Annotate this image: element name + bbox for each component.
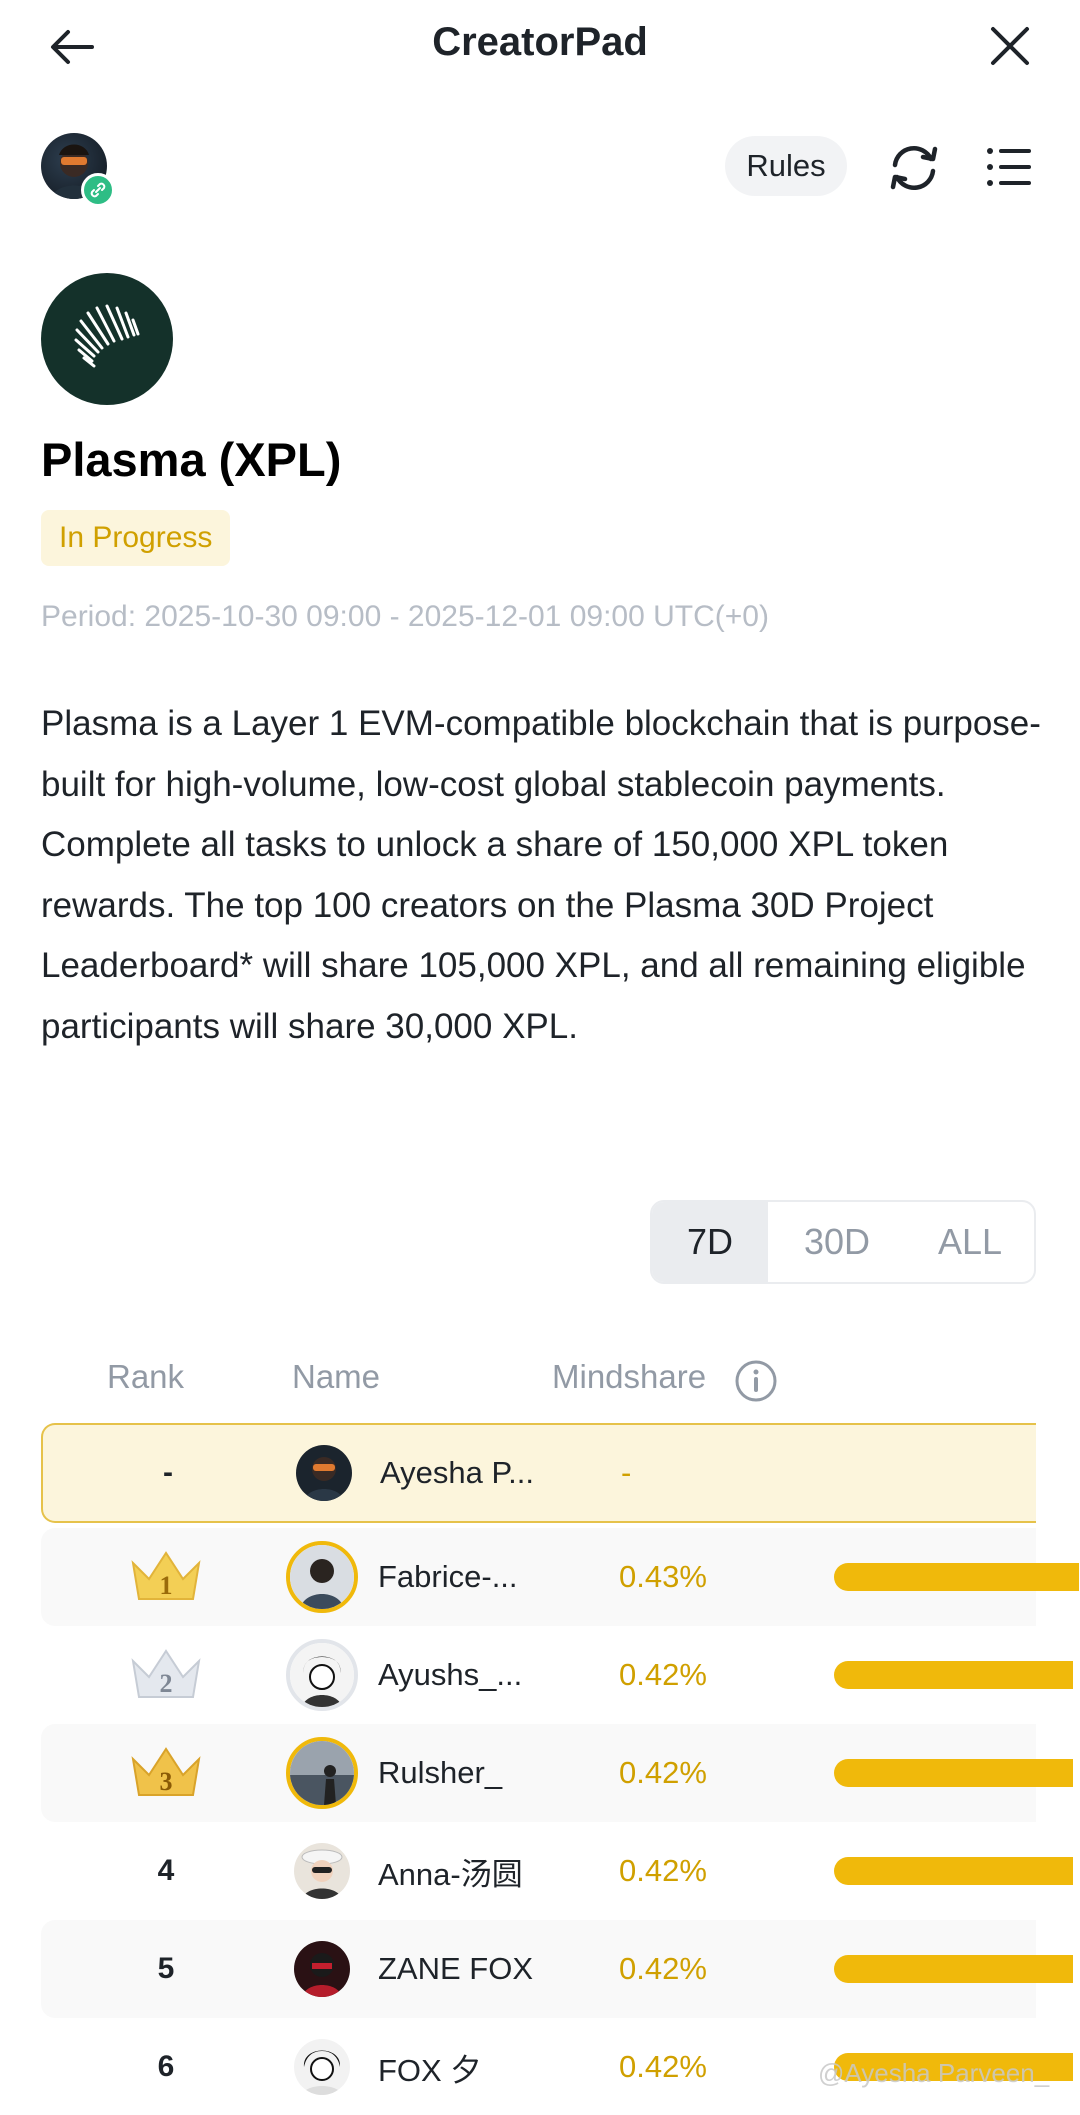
my-rank-row[interactable]: - Ayesha P... - [41, 1423, 1036, 1523]
mindshare-bar [834, 1661, 1073, 1689]
creator-name: Fabrice-... [378, 1559, 518, 1594]
mindshare-value: 0.42% [619, 1853, 707, 1888]
column-header-name: Name [292, 1358, 381, 1395]
creator-name: Anna-汤圆 [378, 1856, 523, 1892]
crown-bronze-icon: 3 [131, 1747, 201, 1796]
campaign-period: Period: 2025-10-30 09:00 - 2025-12-01 09… [41, 600, 769, 633]
refresh-icon [890, 145, 938, 191]
creator-name: FOX 夕 [378, 2052, 482, 2088]
avatar [286, 1639, 358, 1711]
rank-value: - [163, 1456, 173, 1489]
creator-name: Ayushs_... [378, 1657, 523, 1692]
mindshare-value: 0.42% [619, 2049, 707, 2084]
avatar [286, 1737, 358, 1809]
tab-all[interactable]: ALL [906, 1202, 1034, 1282]
crown-silver-icon: 2 [131, 1649, 201, 1698]
creator-name: Rulsher_ [378, 1755, 503, 1790]
table-row[interactable]: 1 Fabrice-... 0.43% [41, 1528, 1079, 1626]
avatar [286, 1541, 358, 1613]
creator-name: Ayesha P... [380, 1455, 534, 1490]
rank-value: 5 [157, 1952, 175, 1985]
rank-crown-silver: 2 [111, 1626, 221, 1724]
rank-value: 6 [157, 2050, 175, 2083]
project-logo [41, 273, 173, 405]
menu-button[interactable] [985, 142, 1033, 192]
status-badge: In Progress [41, 510, 231, 566]
tab-30d[interactable]: 30D [768, 1202, 906, 1282]
table-row[interactable]: 5 ZANE FOX 0.42% [41, 1920, 1073, 2018]
mindshare-bar [834, 1563, 1079, 1591]
creator-name: ZANE FOX [378, 1951, 534, 1986]
avatar [296, 1445, 352, 1501]
tab-7d[interactable]: 7D [652, 1202, 768, 1282]
mindshare-value: 0.42% [619, 1657, 707, 1692]
mindshare-value: 0.42% [619, 1755, 707, 1790]
mindshare-bar [834, 1857, 1073, 1885]
crown-gold-icon: 1 [131, 1551, 201, 1600]
table-row[interactable]: 2 Ayushs_... 0.42% [41, 1626, 1073, 1724]
rules-button[interactable]: Rules [725, 136, 847, 196]
link-badge [81, 173, 115, 207]
svg-text:3: 3 [160, 1767, 173, 1796]
project-description: Plasma is a Layer 1 EVM-compatible block… [41, 704, 1041, 1046]
user-avatar-button[interactable] [41, 133, 115, 207]
mindshare-bar [834, 1955, 1073, 1983]
plasma-logo-icon [74, 304, 140, 368]
page-title: CreatorPad [432, 20, 648, 64]
leaderboard-list: - Ayesha P... - 1 Fabrice-... 0.43% 2 Ay… [41, 1423, 1079, 2115]
rank-value: 4 [157, 1854, 175, 1887]
list-menu-icon [987, 148, 1031, 186]
rank-crown-gold: 1 [111, 1528, 221, 1626]
project-name: Plasma (XPL) [41, 433, 342, 486]
avatar [294, 1843, 350, 1899]
rank-crown-bronze: 3 [111, 1724, 221, 1822]
watermark: @Ayesha Parveen_ [818, 2058, 1050, 2088]
table-row[interactable]: 4 Anna-汤圆 0.42% [41, 1822, 1073, 1920]
info-icon[interactable] [734, 1359, 778, 1403]
mindshare-value: - [621, 1455, 632, 1490]
avatar [294, 2039, 350, 2095]
refresh-button[interactable] [886, 140, 942, 196]
column-header-mindshare: Mindshare [552, 1358, 707, 1395]
svg-text:1: 1 [160, 1571, 173, 1600]
range-tabs: 7D 30D ALL [650, 1200, 1036, 1284]
column-header-rank: Rank [107, 1358, 185, 1395]
avatar [294, 1941, 350, 1997]
mindshare-value: 0.42% [619, 1951, 707, 1986]
top-bar: CreatorPad [0, 0, 1080, 92]
close-icon [991, 27, 1029, 65]
table-row[interactable]: 3 Rulsher_ 0.42% [41, 1724, 1073, 1822]
svg-text:2: 2 [160, 1669, 173, 1698]
close-button[interactable] [982, 20, 1038, 72]
mindshare-bar [834, 1759, 1073, 1787]
link-icon [90, 182, 106, 198]
mindshare-value: 0.43% [619, 1559, 707, 1594]
